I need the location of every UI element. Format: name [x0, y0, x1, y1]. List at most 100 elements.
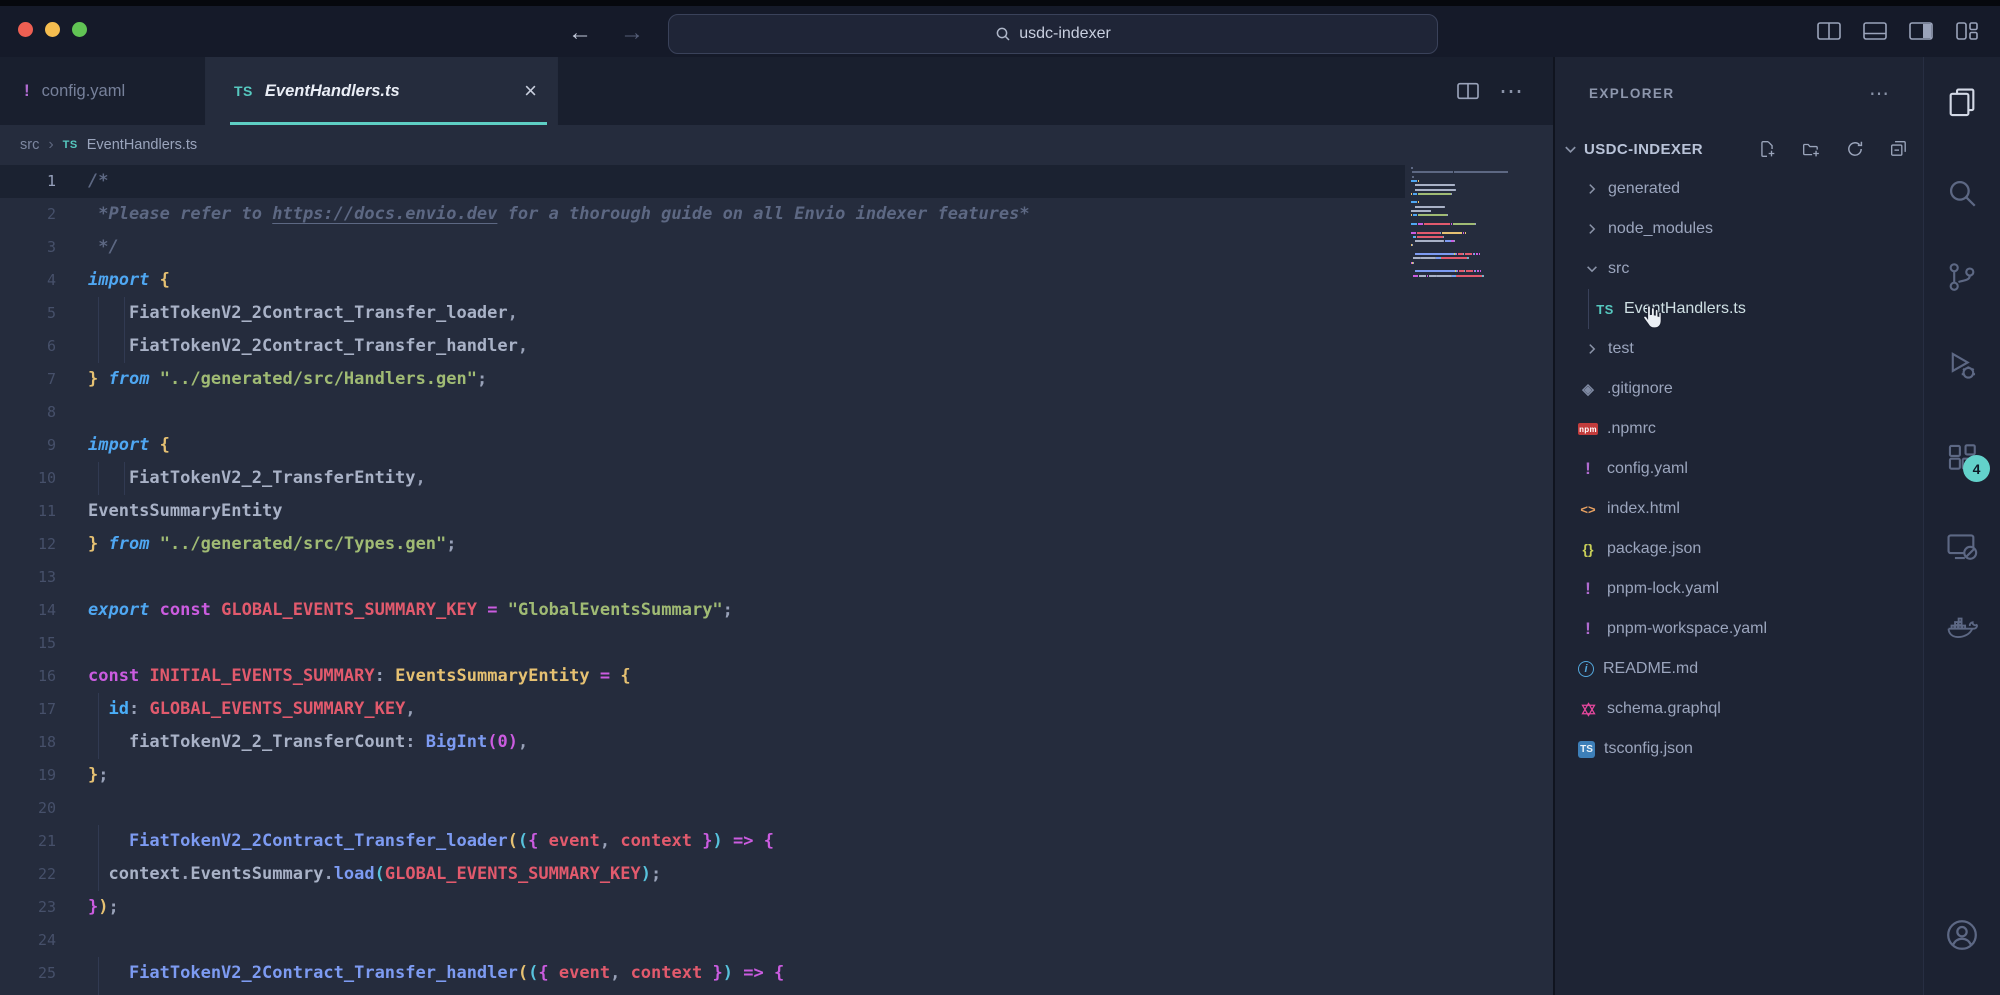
maximize-window-button[interactable]	[72, 22, 87, 37]
code-line-19[interactable]: 19};	[0, 759, 109, 792]
explorer-icon[interactable]	[1942, 83, 1982, 123]
line-number: 24	[0, 924, 56, 957]
tree-file-schema-graphql[interactable]: schema.graphql	[1555, 689, 1923, 729]
tab-eventhandlers-ts[interactable]: TS EventHandlers.ts ×	[206, 57, 558, 125]
docker-icon[interactable]	[1942, 608, 1982, 648]
extensions-badge: 4	[1963, 455, 1990, 482]
code-line-4[interactable]: 4import {	[0, 264, 170, 297]
tree-folder-generated[interactable]: generated	[1555, 169, 1923, 209]
source-control-icon[interactable]	[1942, 257, 1982, 297]
code-line-24[interactable]: 24	[0, 924, 88, 957]
editor-group: ! config.yaml TS EventHandlers.ts × ⋯	[0, 57, 1553, 995]
breadcrumb-file[interactable]: EventHandlers.ts	[87, 137, 197, 153]
more-actions-icon[interactable]: ⋯	[1499, 77, 1525, 106]
extensions-icon[interactable]: 4	[1942, 438, 1982, 478]
run-debug-icon[interactable]	[1942, 346, 1982, 386]
tab-config-yaml[interactable]: ! config.yaml	[0, 57, 206, 125]
line-number: 11	[0, 495, 56, 528]
tree-file--gitignore[interactable]: ◈.gitignore	[1555, 369, 1923, 409]
explorer-more-icon[interactable]: ⋯	[1869, 81, 1891, 106]
back-icon[interactable]: ←	[560, 15, 600, 51]
code-line-14[interactable]: 14export const GLOBAL_EVENTS_SUMMARY_KEY…	[0, 594, 733, 627]
search-icon[interactable]	[1942, 173, 1982, 213]
close-tab-icon[interactable]: ×	[524, 80, 537, 102]
toggle-panel-icon[interactable]	[1860, 18, 1890, 44]
new-file-icon[interactable]	[1756, 138, 1778, 160]
code-editor[interactable]: 1/*2 *Please refer to https://docs.envio…	[0, 165, 1553, 995]
typescript-file-icon: TS	[1595, 299, 1615, 319]
code-line-22[interactable]: 22 context.EventsSummary.load(GLOBAL_EVE…	[0, 858, 661, 891]
code-text: */	[88, 237, 119, 257]
tree-folder-test[interactable]: test	[1555, 329, 1923, 369]
tree-file-config-yaml[interactable]: !config.yaml	[1555, 449, 1923, 489]
breadcrumb[interactable]: src › TS EventHandlers.ts	[0, 125, 1553, 165]
chevron-right-icon	[1585, 222, 1599, 236]
traffic-lights	[18, 22, 87, 37]
code-line-1[interactable]: 1/*	[0, 165, 108, 198]
tree-file-index-html[interactable]: <>index.html	[1555, 489, 1923, 529]
new-folder-icon[interactable]	[1800, 138, 1822, 160]
code-line-18[interactable]: 18 fiatTokenV2_2_TransferCount: BigInt(0…	[0, 726, 528, 759]
explorer-header: EXPLORER ⋯	[1555, 77, 1923, 109]
code-line-9[interactable]: 9import {	[0, 429, 170, 462]
refresh-icon[interactable]	[1844, 138, 1866, 160]
search-value: usdc-indexer	[1019, 25, 1111, 43]
tree-folder-node-modules[interactable]: node_modules	[1555, 209, 1923, 249]
remote-icon[interactable]	[1942, 526, 1982, 566]
line-number: 4	[0, 264, 56, 297]
line-number: 15	[0, 627, 56, 660]
code-text: FiatTokenV2_2Contract_Transfer_handler((…	[88, 963, 784, 983]
split-editor-icon[interactable]	[1453, 78, 1483, 104]
code-line-2[interactable]: 2 *Please refer to https://docs.envio.de…	[0, 198, 1030, 231]
tree-file--npmrc[interactable]: npm.npmrc	[1555, 409, 1923, 449]
tree-file-tsconfig-json[interactable]: TStsconfig.json	[1555, 729, 1923, 769]
tree-file-pnpm-lock-yaml[interactable]: !pnpm-lock.yaml	[1555, 569, 1923, 609]
tree-file-eventhandlers-ts[interactable]: TSEventHandlers.ts	[1555, 289, 1923, 329]
file-name: package.json	[1607, 540, 1701, 558]
command-center-search[interactable]: usdc-indexer	[668, 14, 1438, 54]
tree-folder-src[interactable]: src	[1555, 249, 1923, 289]
forward-icon[interactable]: →	[612, 15, 652, 51]
code-line-15[interactable]: 15	[0, 627, 88, 660]
editor-actions: ⋯	[1453, 57, 1553, 125]
code-line-13[interactable]: 13	[0, 561, 88, 594]
code-line-10[interactable]: 10 FiatTokenV2_2_TransferEntity,	[0, 462, 426, 495]
explorer-root-row[interactable]: USDC-INDEXER	[1555, 129, 1923, 169]
line-number: 18	[0, 726, 56, 759]
code-text: } from "../generated/src/Handlers.gen";	[88, 369, 487, 389]
file-name: generated	[1608, 180, 1680, 198]
breadcrumb-folder[interactable]: src	[20, 137, 39, 153]
minimize-window-button[interactable]	[45, 22, 60, 37]
account-icon[interactable]	[1942, 915, 1982, 955]
line-number: 17	[0, 693, 56, 726]
current-line-highlight	[0, 165, 1405, 198]
collapse-all-icon[interactable]	[1888, 138, 1910, 160]
code-line-5[interactable]: 5 FiatTokenV2_2Contract_Transfer_loader,	[0, 297, 518, 330]
code-line-26[interactable]: 26 const summary = context.EventsSummary…	[0, 990, 815, 995]
code-line-6[interactable]: 6 FiatTokenV2_2Contract_Transfer_handler…	[0, 330, 528, 363]
minimap[interactable]	[1405, 167, 1550, 567]
code-line-3[interactable]: 3 */	[0, 231, 119, 264]
file-tree: generated node_modulessrcTSEventHandlers.…	[1555, 169, 1923, 769]
code-line-8[interactable]: 8	[0, 396, 88, 429]
tree-file-pnpm-workspace-yaml[interactable]: !pnpm-workspace.yaml	[1555, 609, 1923, 649]
close-window-button[interactable]	[18, 22, 33, 37]
code-line-12[interactable]: 12} from "../generated/src/Types.gen";	[0, 528, 457, 561]
code-line-11[interactable]: 11EventsSummaryEntity	[0, 495, 282, 528]
code-line-7[interactable]: 7} from "../generated/src/Handlers.gen";	[0, 363, 487, 396]
toggle-sidebar-icon[interactable]	[1906, 18, 1936, 44]
toggle-split-editor-icon[interactable]	[1814, 18, 1844, 44]
line-number: 22	[0, 858, 56, 891]
tree-file-readme-md[interactable]: iREADME.md	[1555, 649, 1923, 689]
code-line-20[interactable]: 20	[0, 792, 88, 825]
code-line-17[interactable]: 17 id: GLOBAL_EVENTS_SUMMARY_KEY,	[0, 693, 416, 726]
line-number: 13	[0, 561, 56, 594]
code-line-25[interactable]: 25 FiatTokenV2_2Contract_Transfer_handle…	[0, 957, 784, 990]
customize-layout-icon[interactable]	[1952, 18, 1982, 44]
search-icon	[995, 26, 1011, 42]
code-line-21[interactable]: 21 FiatTokenV2_2Contract_Transfer_loader…	[0, 825, 774, 858]
code-line-23[interactable]: 23});	[0, 891, 119, 924]
code-line-16[interactable]: 16const INITIAL_EVENTS_SUMMARY: EventsSu…	[0, 660, 631, 693]
tree-file-package-json[interactable]: {}package.json	[1555, 529, 1923, 569]
line-number: 8	[0, 396, 56, 429]
